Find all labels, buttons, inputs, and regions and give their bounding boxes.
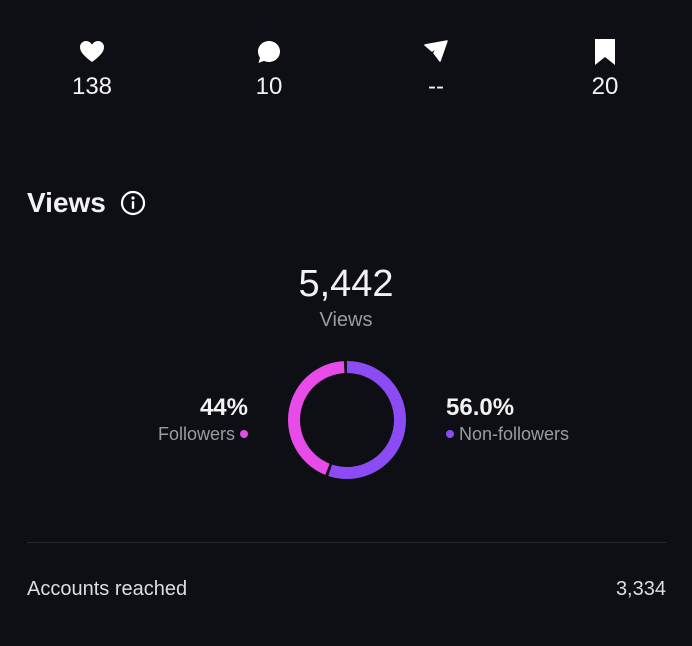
comments-stat[interactable]: 10 (219, 38, 319, 100)
heart-icon (78, 38, 106, 66)
divider (27, 542, 666, 543)
followers-legend: 44% Followers (158, 394, 248, 446)
views-total: 5,442 Views (0, 262, 692, 332)
views-title: Views (27, 187, 106, 218)
views-donut-chart (288, 361, 406, 479)
bookmark-icon (591, 38, 619, 66)
share-icon (422, 38, 450, 66)
non-followers-label: Non-followers (459, 424, 570, 444)
views-header: Views (27, 186, 146, 220)
followers-dot (240, 430, 248, 438)
followers-label: Followers (157, 424, 235, 444)
likes-stat[interactable]: 138 (42, 38, 142, 100)
engagement-stats: 138 10 -- 20 (0, 38, 692, 108)
non-followers-dot (446, 430, 454, 438)
accounts-reached-value: 3,334 (615, 578, 666, 600)
comments-count: 10 (255, 73, 283, 100)
accounts-reached-label: Accounts reached (27, 578, 188, 600)
followers-arc (288, 361, 406, 479)
non-followers-percent: 56.0% (446, 394, 515, 421)
info-icon[interactable] (120, 190, 146, 216)
saves-stat[interactable]: 20 (555, 38, 655, 100)
shares-count: -- (428, 73, 444, 100)
views-total-number: 5,442 (298, 263, 394, 305)
followers-percent: 44% (199, 394, 248, 421)
likes-count: 138 (71, 73, 113, 100)
views-total-label: Views (319, 309, 373, 331)
saves-count: 20 (591, 73, 619, 100)
shares-stat[interactable]: -- (386, 38, 486, 100)
comment-icon (255, 38, 283, 66)
non-followers-legend: 56.0% Non-followers (446, 394, 569, 446)
accounts-reached-row[interactable]: Accounts reached 3,334 (27, 576, 666, 602)
